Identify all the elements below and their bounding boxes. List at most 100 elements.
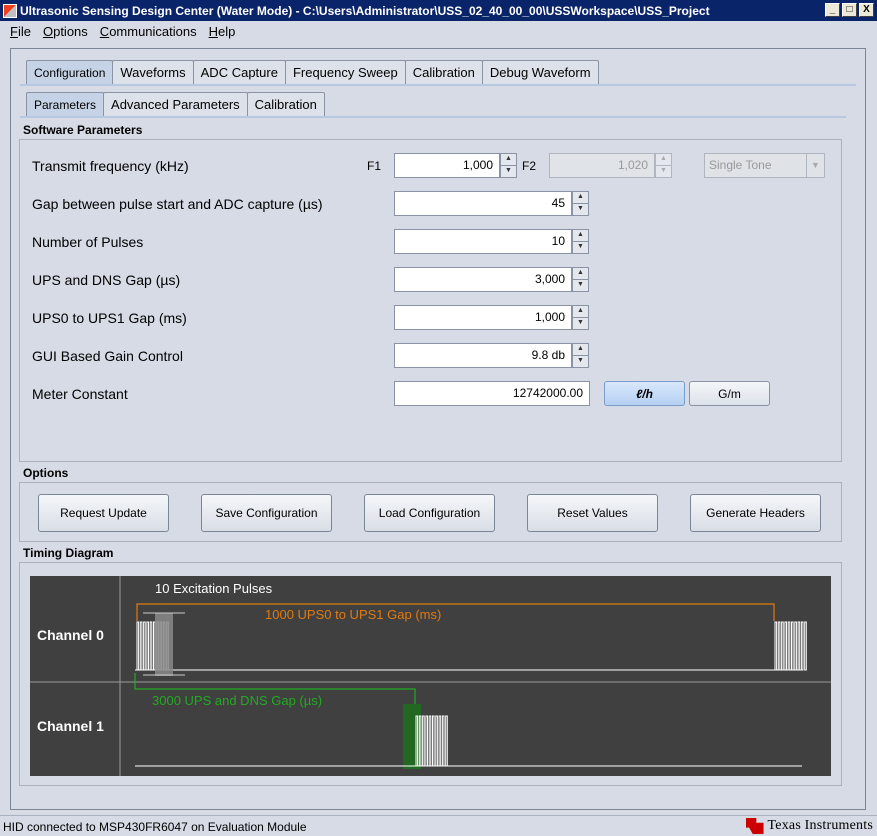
ups-dns-gap-input[interactable]: 3,000 <box>394 267 572 292</box>
pulse <box>153 621 156 671</box>
tab-waveforms[interactable]: Waveforms <box>112 60 194 84</box>
down-arrow-icon[interactable]: ▼ <box>572 280 589 292</box>
adc-gap-spinner: 45 ▲ ▼ <box>394 191 589 216</box>
menu-bar: File Options Communications Help <box>0 21 877 42</box>
software-parameters-title: Software Parameters <box>23 123 143 137</box>
f1-up-arrow-icon[interactable]: ▲ <box>500 153 517 166</box>
channel-0-label: Channel 0 <box>37 627 104 643</box>
pulse <box>797 621 801 671</box>
tone-mode-value: Single Tone <box>709 158 772 172</box>
ups-dns-gap-spinner: 3,000 ▲ ▼ <box>394 267 589 292</box>
timing-diagram: Channel 0 Channel 1 10 Excitation Pulses… <box>30 576 831 776</box>
dns-gap-label: 3000 UPS and DNS Gap (µs) <box>152 693 322 708</box>
down-arrow-icon[interactable]: ▼ <box>572 356 589 368</box>
gain-control-input[interactable]: 9.8 db <box>394 343 572 368</box>
timing-diagram-title: Timing Diagram <box>23 546 114 560</box>
pulse <box>804 621 807 671</box>
menu-help[interactable]: Help <box>203 24 242 39</box>
down-arrow-icon[interactable]: ▼ <box>572 318 589 330</box>
pulse <box>149 621 153 671</box>
chevron-down-icon: ▼ <box>806 154 824 177</box>
connection-status: HID connected to MSP430FR6047 on Evaluat… <box>3 820 307 834</box>
ti-logo-icon <box>745 818 764 834</box>
f1-label: F1 <box>367 159 382 173</box>
meter-constant-input[interactable]: 12742000.00 <box>394 381 590 406</box>
pulse <box>784 621 788 671</box>
up-arrow-icon[interactable]: ▲ <box>572 343 589 356</box>
menu-options[interactable]: Options <box>37 24 94 39</box>
maximize-button[interactable]: □ <box>842 3 857 17</box>
ups-gap-label: 1000 UPS0 to UPS1 Gap (ms) <box>265 607 441 622</box>
pulse <box>438 715 442 767</box>
tab-parameters[interactable]: Parameters <box>26 92 105 116</box>
request-update-button[interactable]: Request Update <box>38 494 169 532</box>
excitation-marker <box>155 613 173 676</box>
f1-input[interactable]: 1,000 <box>394 153 500 178</box>
pulse <box>781 621 784 671</box>
number-of-pulses-label: Number of Pulses <box>32 234 144 250</box>
up-arrow-icon[interactable]: ▲ <box>572 191 589 204</box>
pulse <box>432 715 435 767</box>
pulse <box>791 621 794 671</box>
down-arrow-icon[interactable]: ▼ <box>572 204 589 216</box>
pulse <box>787 621 791 671</box>
f1-spinner: 1,000 ▲ ▼ <box>394 153 517 178</box>
tab-advanced-parameters[interactable]: Advanced Parameters <box>103 92 248 116</box>
menu-communications[interactable]: Communications <box>94 24 203 39</box>
pulse <box>774 621 778 671</box>
adc-gap-input[interactable]: 45 <box>394 191 572 216</box>
pulse <box>425 715 428 767</box>
minimize-button[interactable]: _ <box>825 3 840 17</box>
up-arrow-icon[interactable]: ▲ <box>572 267 589 280</box>
number-of-pulses-spinner: 10 ▲ ▼ <box>394 229 589 254</box>
f2-label: F2 <box>522 159 537 173</box>
main-tab-bar: Configuration Waveforms ADC Capture Freq… <box>26 60 599 84</box>
pulse <box>143 621 146 671</box>
ti-logo-text: Texas Instruments <box>767 818 873 833</box>
pulse <box>136 621 140 671</box>
window-title: Ultrasonic Sensing Design Center (Water … <box>20 3 710 18</box>
up-arrow-icon[interactable]: ▲ <box>572 305 589 318</box>
gallons-per-minute-toggle[interactable]: G/m <box>689 381 770 406</box>
up-arrow-icon[interactable]: ▲ <box>572 229 589 242</box>
tab-debug-waveform[interactable]: Debug Waveform <box>481 60 599 84</box>
tab-sub-calibration[interactable]: Calibration <box>246 92 325 116</box>
close-button[interactable]: X <box>859 3 874 17</box>
dns-marker <box>403 704 421 769</box>
tab-frequency-sweep[interactable]: Frequency Sweep <box>284 60 406 84</box>
ups0-ups1-gap-label: UPS0 to UPS1 Gap (ms) <box>32 310 187 326</box>
tab-calibration[interactable]: Calibration <box>404 60 483 84</box>
pulse <box>435 715 438 767</box>
channel-1-pulses <box>415 715 448 767</box>
down-arrow-icon[interactable]: ▼ <box>572 242 589 254</box>
app-icon <box>3 3 17 18</box>
menu-file[interactable]: File <box>4 24 37 39</box>
ups0-ups1-gap-input[interactable]: 1,000 <box>394 305 572 330</box>
pulse <box>139 621 143 671</box>
load-configuration-button[interactable]: Load Configuration <box>364 494 495 532</box>
meter-constant-label: Meter Constant <box>32 386 128 402</box>
options-title: Options <box>23 466 69 480</box>
f1-down-arrow-icon[interactable]: ▼ <box>500 166 517 178</box>
generate-headers-button[interactable]: Generate Headers <box>690 494 821 532</box>
adc-gap-label: Gap between pulse start and ADC capture … <box>32 196 323 212</box>
tone-mode-select: Single Tone ▼ <box>704 153 825 178</box>
f2-up-arrow-icon: ▲ <box>655 153 672 166</box>
sub-tab-bar: Parameters Advanced Parameters Calibrati… <box>26 92 325 116</box>
gain-control-spinner: 9.8 db ▲ ▼ <box>394 343 589 368</box>
liters-per-hour-toggle[interactable]: ℓ/h <box>604 381 685 406</box>
save-configuration-button[interactable]: Save Configuration <box>201 494 332 532</box>
timing-diagram-svg: Channel 0 Channel 1 10 Excitation Pulses… <box>30 576 831 776</box>
reset-values-button[interactable]: Reset Values <box>527 494 658 532</box>
ups-gap-bracket <box>136 603 775 621</box>
pulse <box>794 621 797 671</box>
excitation-pulses-label: 10 Excitation Pulses <box>155 581 273 596</box>
tab-configuration[interactable]: Configuration <box>26 60 114 84</box>
sub-tab-divider <box>20 116 846 118</box>
status-bar: HID connected to MSP430FR6047 on Evaluat… <box>0 815 877 836</box>
ups-dns-gap-label: UPS and DNS Gap (µs) <box>32 272 181 288</box>
number-of-pulses-input[interactable]: 10 <box>394 229 572 254</box>
pulse <box>422 715 425 767</box>
ti-logo: Texas Instruments <box>745 818 873 834</box>
tab-adc-capture[interactable]: ADC Capture <box>192 60 286 84</box>
